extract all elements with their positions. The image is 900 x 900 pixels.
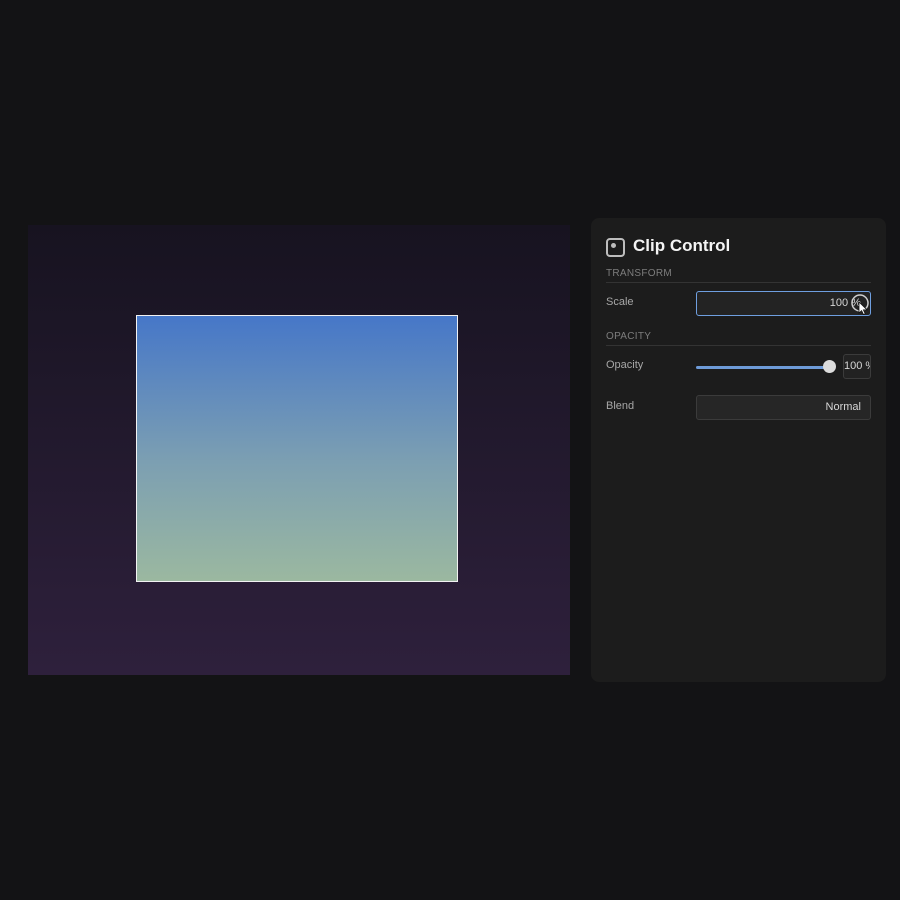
- panel-title: Clip Control: [633, 236, 731, 255]
- blend-select[interactable]: Normal: [696, 395, 871, 420]
- panel-header: Clip Control: [606, 235, 730, 257]
- section-label-transform: TRANSFORM: [606, 268, 871, 283]
- section-label-opacity: OPACITY: [606, 331, 871, 346]
- opacity-slider-thumb[interactable]: [823, 360, 836, 373]
- clip-preview[interactable]: [136, 315, 458, 582]
- opacity-slider-track[interactable]: [696, 366, 830, 369]
- opacity-value-input[interactable]: 100 %: [843, 354, 871, 379]
- scale-label: Scale: [606, 296, 634, 308]
- clip-icon: [606, 238, 625, 257]
- blend-label: Blend: [606, 400, 635, 412]
- clip-control-panel: Clip Control TRANSFORM Scale 100 % OPACI…: [591, 218, 886, 682]
- opacity-label: Opacity: [606, 359, 644, 371]
- pointer-cursor-icon: [851, 294, 869, 315]
- scale-input[interactable]: 100 %: [696, 291, 871, 316]
- preview-canvas: [28, 225, 570, 675]
